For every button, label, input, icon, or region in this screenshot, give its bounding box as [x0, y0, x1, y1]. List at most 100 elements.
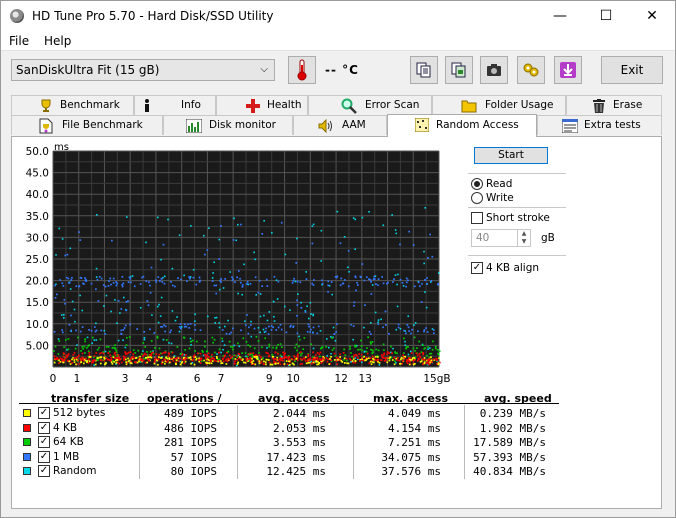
data-point-random — [189, 337, 192, 340]
copy-info-button[interactable] — [410, 56, 438, 84]
data-point-4-kb — [268, 354, 271, 357]
read-radio[interactable] — [471, 178, 483, 190]
temperature-button[interactable] — [288, 56, 316, 84]
data-point-1-mb — [363, 279, 366, 282]
data-point-random — [238, 345, 241, 348]
data-point-1-mb — [61, 331, 64, 334]
data-point-random — [229, 271, 232, 273]
data-point-4-kb — [211, 353, 213, 356]
data-point-4-kb — [422, 351, 424, 354]
data-point-1-mb — [356, 281, 358, 284]
x-tick-label: 13 — [359, 373, 372, 385]
data-point-1-mb — [198, 276, 201, 279]
tab-file-benchmark[interactable]: File Benchmark — [11, 115, 163, 135]
data-point-64-kb — [244, 352, 247, 354]
menu-help[interactable]: Help — [44, 34, 71, 48]
tab-aam[interactable]: AAM — [293, 115, 387, 135]
data-point-4-kb — [354, 361, 357, 364]
data-point-64-kb — [64, 339, 67, 341]
data-point-512-bytes — [400, 358, 402, 361]
data-point-64-kb — [413, 336, 416, 339]
data-point-512-bytes — [393, 363, 396, 366]
data-point-64-kb — [146, 353, 149, 356]
tab-info[interactable]: Info — [134, 95, 216, 115]
series-checkbox[interactable]: ✓ — [38, 450, 50, 463]
data-point-64-kb — [98, 346, 100, 349]
data-point-512-bytes — [211, 360, 214, 362]
menu-file[interactable]: File — [9, 34, 29, 48]
data-point-1-mb — [79, 276, 82, 279]
data-point-random — [423, 262, 425, 265]
data-point-random — [103, 305, 105, 307]
data-point-1-mb — [171, 284, 174, 287]
data-point-4-kb — [109, 354, 112, 357]
align-4kb-checkbox[interactable]: ✓ — [471, 262, 483, 274]
drive-select[interactable]: SanDiskUltra Fit (15 gB) ⌵ — [11, 59, 275, 81]
data-point-1-mb — [330, 281, 333, 283]
data-point-1-mb — [333, 333, 336, 335]
tab-random-access[interactable]: Random Access — [387, 114, 537, 137]
data-point-4-kb — [138, 356, 141, 359]
data-point-64-kb — [351, 355, 353, 358]
data-point-512-bytes — [419, 360, 422, 363]
tab-file-benchmark-label: File Benchmark — [62, 119, 143, 131]
data-point-4-kb — [179, 357, 181, 360]
series-checkbox[interactable]: ✓ — [38, 421, 50, 434]
options-button[interactable] — [517, 56, 545, 84]
screenshot-button[interactable] — [480, 56, 508, 84]
copy-screenshot-button[interactable] — [445, 56, 473, 84]
data-point-1-mb — [110, 283, 112, 286]
tab-folder-usage[interactable]: Folder Usage — [432, 95, 566, 115]
short-stroke-size-value: 40 — [476, 232, 490, 244]
data-point-random — [95, 267, 98, 270]
spin-down-icon[interactable]: ▼ — [518, 238, 530, 246]
data-point-1-mb — [68, 281, 71, 284]
data-point-512-bytes — [318, 362, 321, 364]
data-point-1-mb — [194, 324, 196, 327]
data-point-4-kb — [142, 354, 145, 356]
save-results-button[interactable] — [554, 56, 582, 84]
data-point-1-mb — [249, 282, 252, 285]
data-point-64-kb — [80, 350, 82, 352]
tab-error-scan[interactable]: Error Scan — [308, 95, 432, 115]
title-bar[interactable]: HD Tune Pro 5.70 - Hard Disk/SSD Utility… — [1, 1, 675, 31]
data-point-64-kb — [58, 340, 61, 342]
series-checkbox[interactable]: ✓ — [38, 436, 50, 448]
data-point-1-mb — [343, 279, 346, 281]
short-stroke-checkbox[interactable] — [471, 212, 483, 224]
data-point-64-kb — [54, 345, 57, 348]
data-point-64-kb — [331, 337, 334, 339]
series-color-swatch — [23, 452, 31, 461]
data-point-random — [105, 294, 108, 297]
data-point-1-mb — [221, 329, 224, 331]
tab-health[interactable]: Health — [216, 95, 308, 115]
series-checkbox[interactable]: ✓ — [38, 407, 50, 419]
tab-benchmark[interactable]: Benchmark — [11, 95, 134, 115]
data-point-4-kb — [369, 357, 372, 359]
spin-up-icon[interactable]: ▲ — [518, 230, 530, 238]
short-stroke-size-input[interactable]: 40 ▲ ▼ — [471, 229, 531, 247]
data-point-512-bytes — [220, 362, 223, 365]
start-button[interactable]: Start — [474, 147, 548, 164]
data-point-1-mb — [308, 325, 310, 328]
minimize-button[interactable]: — — [537, 1, 583, 31]
data-point-random — [219, 288, 221, 291]
column-divider — [237, 405, 238, 479]
data-point-4-kb — [167, 352, 170, 354]
tab-erase[interactable]: Erase — [566, 95, 662, 115]
close-button[interactable]: ✕ — [629, 1, 675, 31]
maximize-button[interactable]: ☐ — [583, 1, 629, 31]
write-radio[interactable] — [471, 192, 483, 204]
data-point-random — [354, 248, 356, 251]
data-point-4-kb — [286, 363, 289, 366]
tab-extra-tests[interactable]: Extra tests — [537, 115, 662, 135]
data-point-512-bytes — [244, 361, 247, 364]
spin-buttons[interactable]: ▲ ▼ — [517, 230, 530, 246]
tab-disk-monitor[interactable]: Disk monitor — [163, 115, 293, 135]
series-checkbox[interactable]: ✓ — [38, 465, 50, 477]
data-point-random — [343, 235, 346, 238]
data-point-512-bytes — [111, 362, 114, 365]
data-point-4-kb — [383, 352, 386, 355]
exit-button[interactable]: Exit — [601, 56, 663, 84]
data-point-random — [266, 319, 269, 322]
